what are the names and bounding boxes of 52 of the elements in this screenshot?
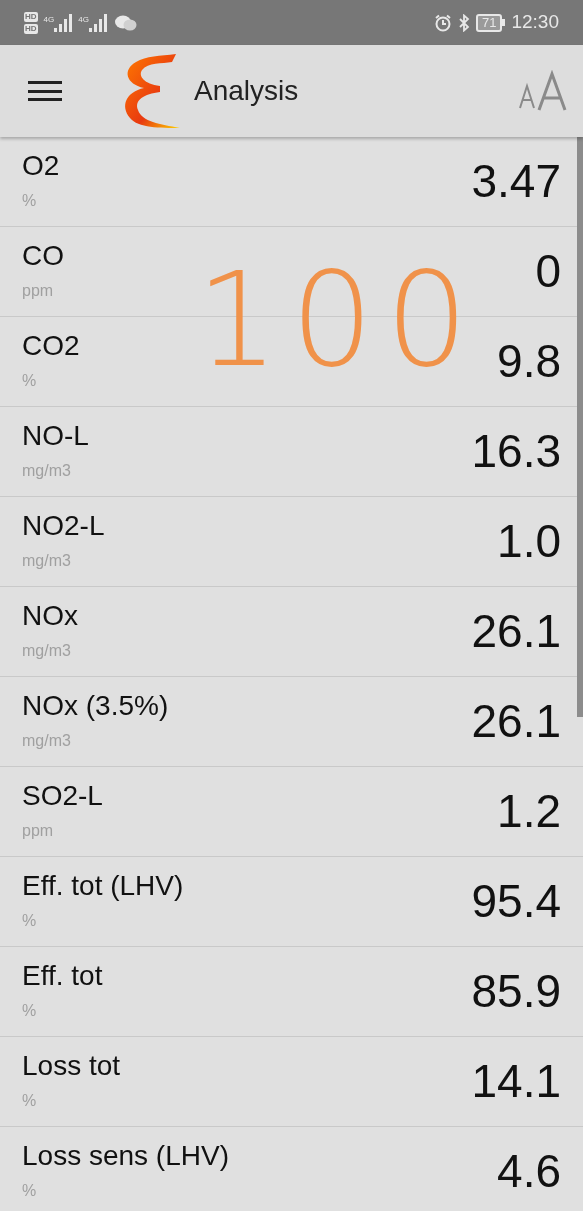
measurement-unit: % [22, 371, 38, 391]
measurement-value: 3.47 [471, 156, 561, 206]
measurement-unit: mg/m3 [22, 461, 72, 481]
handwritten-annotation: 100 [196, 255, 481, 385]
measurement-name: Loss tot [22, 1049, 121, 1083]
measurement-name: CO [22, 239, 64, 273]
measurement-value: 14.1 [471, 1056, 561, 1106]
measurement-value: 1.2 [497, 786, 561, 836]
measurement-value: 85.9 [471, 966, 561, 1016]
network-label: 4G [43, 13, 55, 26]
measurement-unit: % [22, 1091, 38, 1111]
measurement-unit: % [22, 191, 38, 211]
measurement-value: 0 [535, 246, 561, 296]
alarm-icon [434, 13, 452, 32]
measurement-value: 4.6 [497, 1146, 561, 1196]
measurement-unit: mg/m3 [22, 551, 72, 571]
measurement-value: 26.1 [471, 696, 561, 746]
chat-icon [114, 13, 137, 32]
bluetooth-icon [458, 13, 470, 32]
menu-icon[interactable] [28, 79, 62, 103]
signal-icon [88, 13, 109, 32]
screen-title: Analysis [194, 74, 299, 108]
measurement-unit: mg/m3 [22, 641, 72, 661]
measurement-value: 26.1 [471, 606, 561, 656]
measurement-name: SO2-L [22, 779, 103, 813]
clock-time: 12:30 [511, 10, 559, 35]
sim-badge: HD [24, 11, 38, 22]
measurement-unit: % [22, 1181, 38, 1201]
battery-level: 71 [476, 13, 503, 32]
measurement-name: NO2-L [22, 509, 105, 543]
measurement-unit: % [22, 911, 38, 931]
measurement-name: Loss sens (LHV) [22, 1139, 229, 1173]
network-label: 4G [78, 13, 89, 26]
measurement-name: NOx (3.5%) [22, 689, 169, 723]
measurement-name: Eff. tot (LHV) [22, 869, 184, 903]
text-size-icon[interactable] [519, 70, 569, 112]
measurement-name: NOx [22, 599, 78, 633]
measurement-value: 9.8 [497, 336, 561, 386]
measurement-name: NO-L [22, 419, 89, 453]
sim-badge: HD [24, 23, 38, 34]
measurement-unit: mg/m3 [22, 731, 72, 751]
measurement-value: 1.0 [497, 516, 561, 566]
measurement-unit: ppm [22, 281, 55, 301]
scrollbar[interactable] [577, 137, 583, 717]
measurement-value: 16.3 [471, 426, 561, 476]
signal-icon [54, 13, 75, 32]
measurement-name: Eff. tot [22, 959, 103, 993]
measurement-unit: ppm [22, 821, 55, 841]
measurement-name: O2 [22, 149, 60, 183]
measurement-name: CO2 [22, 329, 80, 363]
measurement-value: 95.4 [471, 876, 561, 926]
measurement-unit: % [22, 1001, 38, 1021]
